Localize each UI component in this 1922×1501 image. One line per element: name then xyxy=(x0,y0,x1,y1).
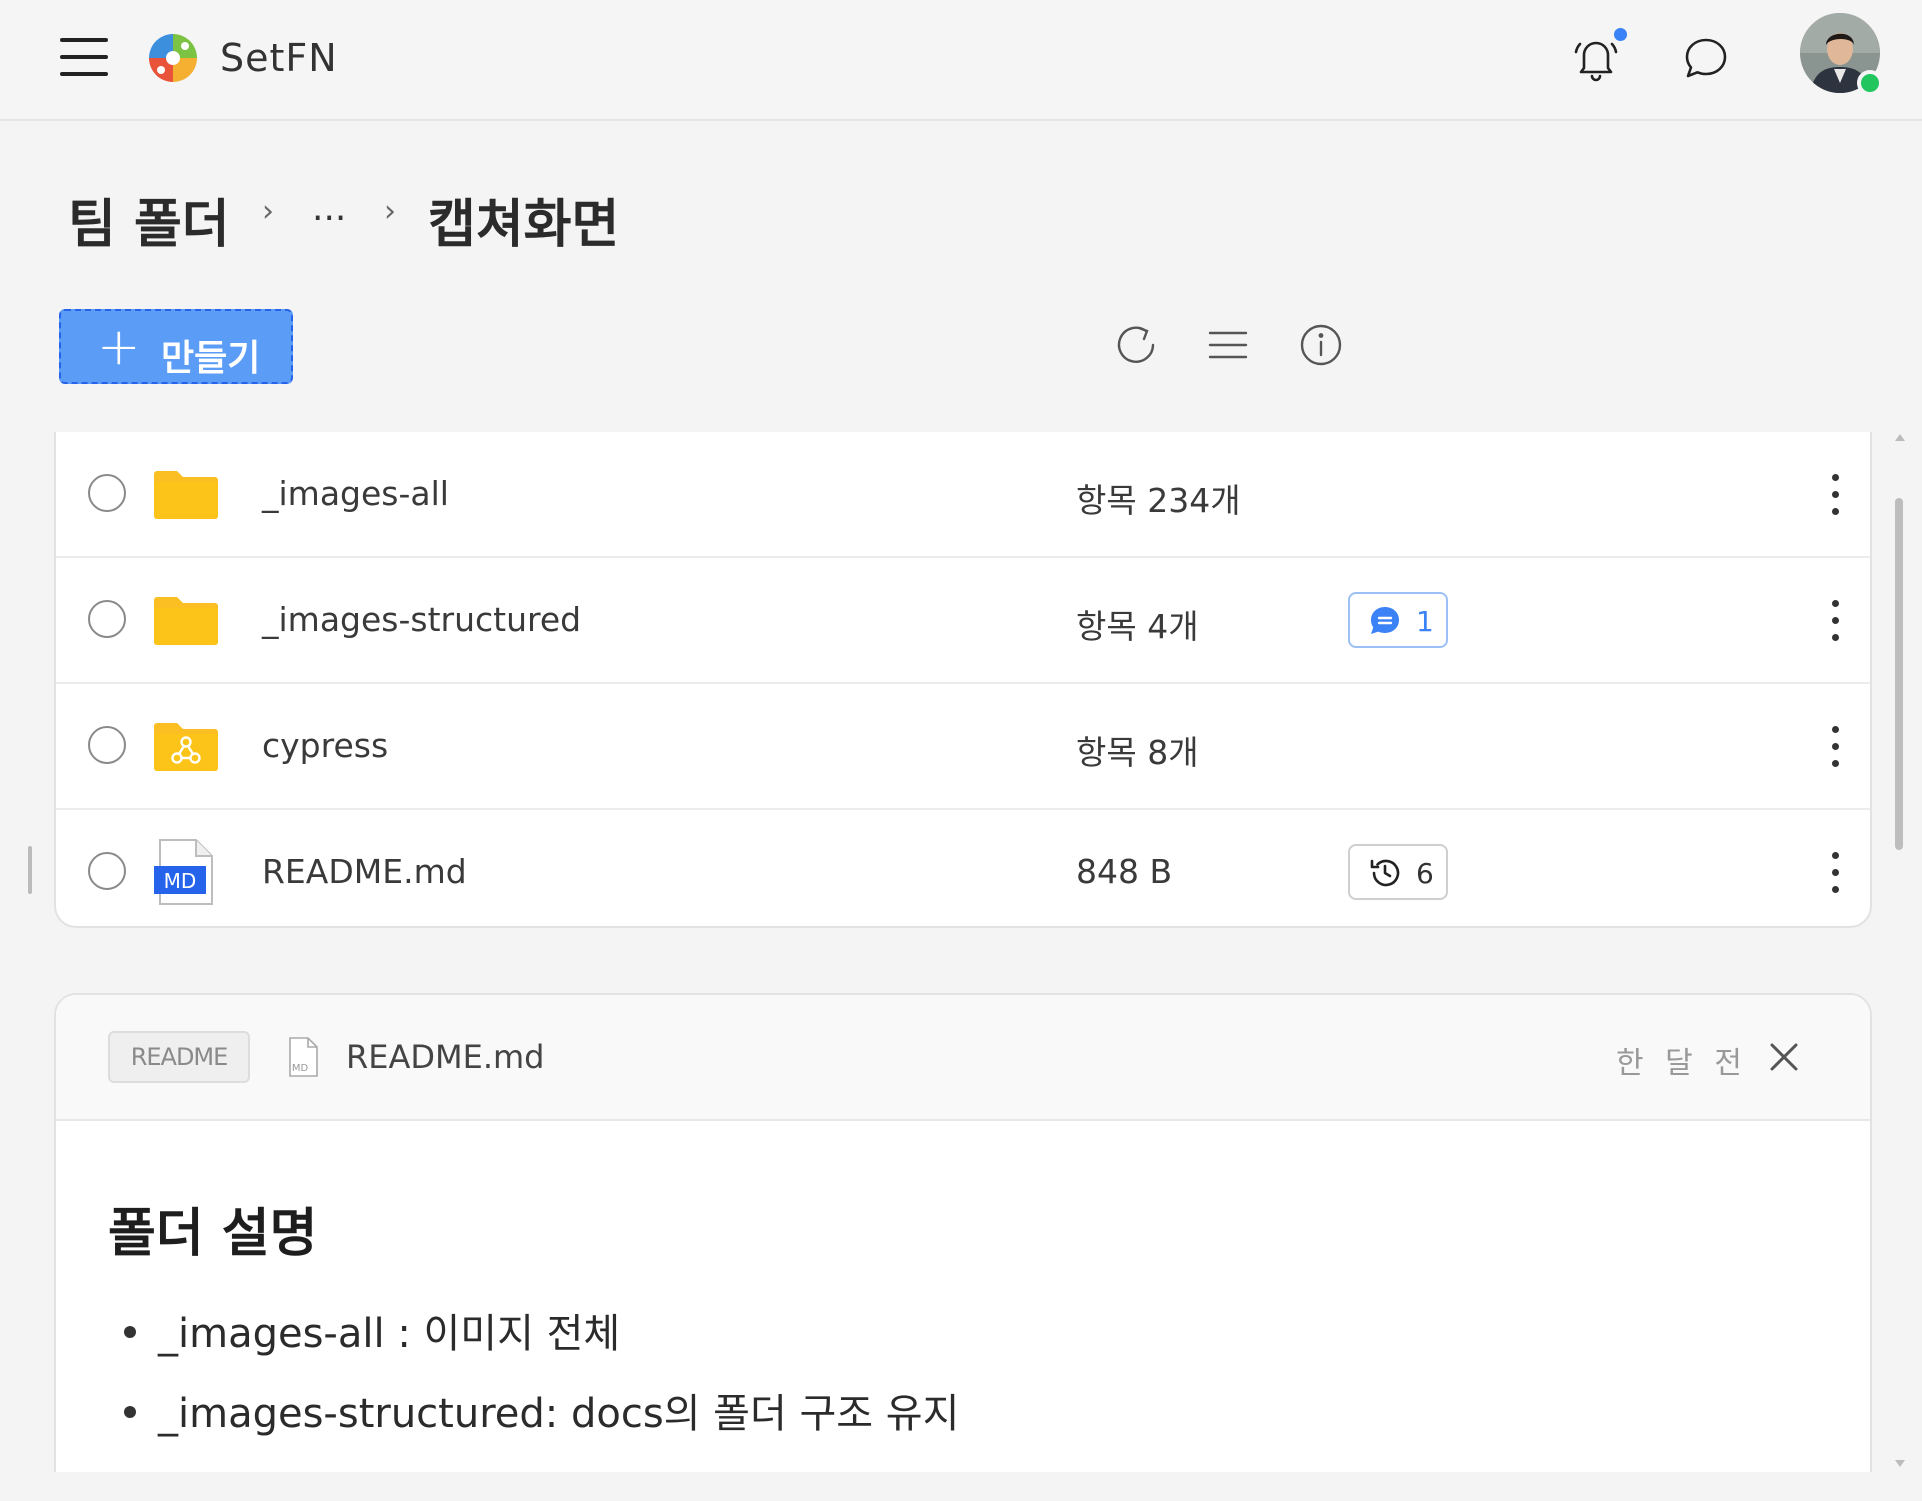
bullet xyxy=(124,1406,136,1418)
breadcrumb-root[interactable]: 팀 폴더 xyxy=(68,182,230,257)
readme-modified-time: 한 달 전 xyxy=(1616,1046,1748,1081)
more-options-icon[interactable] xyxy=(1820,846,1850,900)
scrollbar-thumb[interactable] xyxy=(1895,498,1903,850)
list-view-icon[interactable] xyxy=(1205,322,1251,368)
more-options-icon[interactable] xyxy=(1820,720,1850,774)
readme-file-name[interactable]: README.md xyxy=(346,1038,544,1076)
file-name[interactable]: _images-structured xyxy=(262,600,581,639)
bell-icon[interactable] xyxy=(1570,32,1622,84)
file-row[interactable]: cypress 항목 8개 xyxy=(56,684,1870,810)
refresh-icon[interactable] xyxy=(1113,322,1159,368)
file-meta: 848 B xyxy=(1076,852,1173,891)
comment-count: 1 xyxy=(1416,605,1434,638)
file-name[interactable]: cypress xyxy=(262,726,388,765)
plus-icon: + xyxy=(97,317,141,377)
scroll-up-arrow-icon[interactable] xyxy=(1895,434,1905,441)
shared-folder-icon xyxy=(154,723,218,771)
comment-icon xyxy=(1371,607,1399,634)
file-type-label: MD xyxy=(164,869,197,893)
readme-tag: README xyxy=(108,1031,250,1083)
readme-list-item: _images-all : 이미지 전체 xyxy=(108,1301,620,1359)
readme-panel: README MD README.md 한 달 전 폴더 설명 _images-… xyxy=(54,993,1872,1501)
info-icon[interactable] xyxy=(1298,322,1344,368)
resize-handle[interactable] xyxy=(28,846,32,894)
row-select-radio[interactable] xyxy=(88,474,126,512)
more-options-icon[interactable] xyxy=(1820,594,1850,648)
markdown-file-icon: MD xyxy=(154,839,213,905)
markdown-file-icon: MD xyxy=(289,1037,318,1077)
file-name[interactable]: README.md xyxy=(262,852,467,891)
create-button[interactable]: + 만들기 xyxy=(59,309,293,384)
chat-icon[interactable] xyxy=(1680,32,1732,84)
file-meta: 항목 8개 xyxy=(1076,733,1199,772)
comment-badge[interactable]: 1 xyxy=(1348,592,1448,648)
folder-icon xyxy=(154,597,218,645)
close-icon[interactable] xyxy=(1768,1041,1800,1073)
chevron-right-icon: › xyxy=(262,194,274,229)
file-list: _images-all 항목 234개 _images-structured 항… xyxy=(54,432,1872,928)
file-row[interactable]: MD README.md 848 B 6 xyxy=(56,810,1870,926)
notification-dot xyxy=(1614,28,1627,41)
file-type-label: MD xyxy=(292,1063,309,1074)
file-row[interactable]: _images-structured 항목 4개 1 xyxy=(56,558,1870,684)
create-button-label: 만들기 xyxy=(161,338,261,379)
chevron-right-icon: › xyxy=(384,194,396,229)
top-header: SetFN xyxy=(0,0,1922,121)
readme-heading: 폴더 설명 xyxy=(108,1204,318,1264)
breadcrumb-ellipsis[interactable]: ... xyxy=(312,188,346,229)
version-count: 6 xyxy=(1416,857,1434,890)
breadcrumb-current[interactable]: 캡쳐화면 xyxy=(428,182,619,257)
file-meta: 항목 4개 xyxy=(1076,607,1199,646)
readme-list-text: _images-structured: docs의 폴더 구조 유지 xyxy=(158,1391,960,1437)
scroll-down-arrow-icon[interactable] xyxy=(1895,1460,1905,1467)
file-row[interactable]: _images-all 항목 234개 xyxy=(56,432,1870,558)
more-options-icon[interactable] xyxy=(1820,468,1850,522)
version-history-badge[interactable]: 6 xyxy=(1348,844,1448,900)
bottom-bar xyxy=(0,1472,1922,1501)
file-name[interactable]: _images-all xyxy=(262,474,449,513)
folder-icon xyxy=(154,471,218,519)
row-select-radio[interactable] xyxy=(88,852,126,890)
readme-list-item: _images-structured: docs의 폴더 구조 유지 xyxy=(108,1381,959,1439)
history-icon xyxy=(1370,859,1400,887)
app-name: SetFN xyxy=(220,36,338,80)
menu-icon[interactable] xyxy=(60,36,108,78)
row-select-radio[interactable] xyxy=(88,600,126,638)
row-select-radio[interactable] xyxy=(88,726,126,764)
file-meta: 항목 234개 xyxy=(1076,481,1241,520)
logo-icon[interactable] xyxy=(145,30,201,86)
readme-list-text: _images-all : 이미지 전체 xyxy=(158,1311,621,1357)
bullet xyxy=(124,1326,136,1338)
readme-header: README MD README.md 한 달 전 xyxy=(56,995,1870,1121)
online-status-dot xyxy=(1857,70,1883,96)
